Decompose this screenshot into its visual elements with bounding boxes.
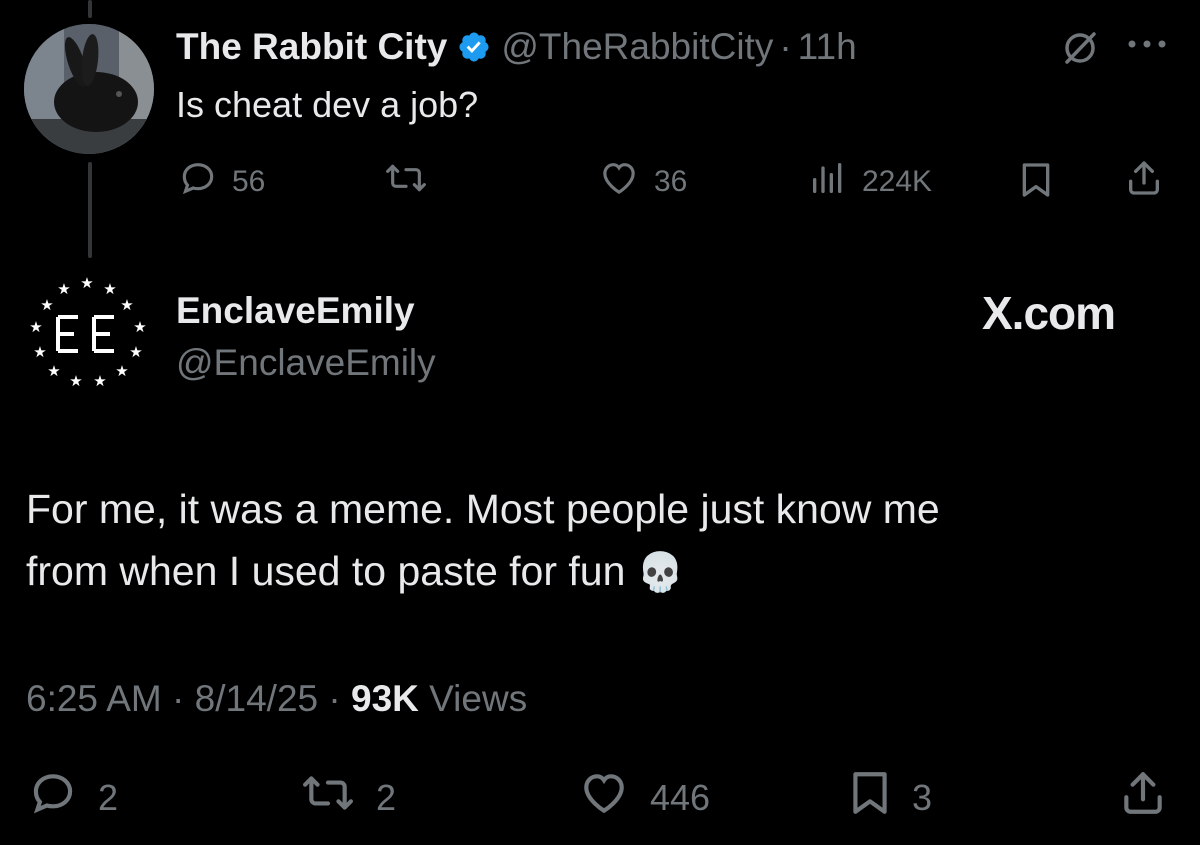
svg-text:★: ★ bbox=[93, 372, 106, 390]
share-button[interactable] bbox=[1124, 158, 1164, 203]
views-label: Views bbox=[429, 678, 528, 719]
separator-dot: · bbox=[328, 678, 341, 719]
bookmark-button[interactable]: 3 bbox=[848, 768, 932, 827]
share-icon bbox=[1124, 158, 1164, 203]
tweet-date[interactable]: 8/14/25 bbox=[195, 678, 318, 719]
separator-dot: · bbox=[779, 26, 792, 67]
avatar-enclave-emily[interactable]: ★ ★ ★ ★ ★ ★ ★ ★ ★ ★ ★ ★ ★ bbox=[22, 272, 152, 401]
bookmark-icon bbox=[1018, 160, 1054, 205]
tweet-meta: 6:25 AM · 8/14/25 · 93K Views bbox=[26, 678, 527, 720]
svg-text:★: ★ bbox=[29, 318, 42, 336]
svg-text:★: ★ bbox=[47, 362, 60, 380]
svg-text:★: ★ bbox=[40, 296, 53, 314]
reply-button[interactable]: 56 bbox=[178, 158, 265, 206]
bookmark-button[interactable] bbox=[1018, 160, 1054, 205]
handle[interactable]: @TheRabbitCity bbox=[501, 26, 773, 68]
views-count: 224K bbox=[862, 165, 933, 198]
tweet-time[interactable]: 6:25 AM bbox=[26, 678, 162, 719]
repost-count: 2 bbox=[376, 776, 397, 818]
share-button[interactable] bbox=[1118, 768, 1168, 823]
reply-icon bbox=[28, 768, 78, 827]
display-name[interactable]: The Rabbit City bbox=[176, 26, 447, 68]
repost-button[interactable]: 2 bbox=[300, 768, 396, 827]
svg-text:★: ★ bbox=[129, 343, 142, 361]
parent-header: The Rabbit City @TheRabbitCity · 11h bbox=[176, 26, 857, 68]
bookmark-count: 3 bbox=[912, 776, 933, 818]
repost-icon bbox=[300, 768, 356, 827]
thread-line-top bbox=[88, 0, 92, 18]
heart-icon bbox=[578, 768, 630, 827]
bookmark-icon bbox=[848, 768, 892, 827]
repost-icon bbox=[384, 158, 428, 203]
reply-button[interactable]: 2 bbox=[28, 768, 118, 827]
handle[interactable]: @EnclaveEmily bbox=[176, 342, 436, 384]
svg-text:★: ★ bbox=[103, 280, 116, 298]
tweet-text: For me, it was a meme. Most people just … bbox=[26, 478, 940, 603]
more-options-icon[interactable] bbox=[1124, 34, 1170, 59]
repost-button[interactable] bbox=[384, 158, 428, 203]
like-count: 36 bbox=[654, 165, 688, 198]
verified-badge-icon bbox=[457, 30, 491, 64]
timestamp[interactable]: 11h bbox=[798, 26, 857, 68]
display-name[interactable]: EnclaveEmily bbox=[176, 290, 415, 332]
like-button[interactable]: 36 bbox=[598, 158, 687, 206]
svg-text:★: ★ bbox=[120, 296, 133, 314]
parent-tweet-text: Is cheat dev a job? bbox=[176, 84, 479, 125]
grok-icon[interactable] bbox=[1060, 28, 1100, 73]
heart-icon bbox=[598, 158, 640, 206]
like-count: 446 bbox=[650, 776, 711, 818]
thread-line-bottom bbox=[88, 162, 92, 258]
share-icon bbox=[1118, 768, 1168, 823]
x-com-watermark: X.com bbox=[982, 287, 1116, 339]
svg-text:★: ★ bbox=[69, 372, 82, 390]
tweet-text-line-2-content: from when I used to paste for fun bbox=[26, 548, 626, 594]
skull-emoji: 💀 bbox=[636, 550, 685, 594]
reply-count: 56 bbox=[232, 165, 266, 198]
like-button[interactable]: 446 bbox=[578, 768, 710, 827]
views-count: 93K bbox=[351, 678, 419, 719]
tweet-text-line-1: For me, it was a meme. Most people just … bbox=[26, 486, 940, 532]
svg-text:★: ★ bbox=[57, 280, 70, 298]
svg-text:★: ★ bbox=[33, 343, 46, 361]
svg-text:★: ★ bbox=[115, 362, 128, 380]
avatar-rabbit-city[interactable] bbox=[24, 24, 154, 154]
views-button[interactable]: 224K bbox=[808, 158, 932, 206]
separator-dot: · bbox=[172, 678, 185, 719]
svg-text:★: ★ bbox=[133, 318, 146, 336]
reply-icon bbox=[178, 158, 218, 206]
tweet-text-line-2: from when I used to paste for fun 💀 bbox=[26, 540, 940, 603]
analytics-icon bbox=[808, 158, 848, 206]
reply-count: 2 bbox=[98, 776, 119, 818]
svg-text:★: ★ bbox=[80, 274, 93, 292]
